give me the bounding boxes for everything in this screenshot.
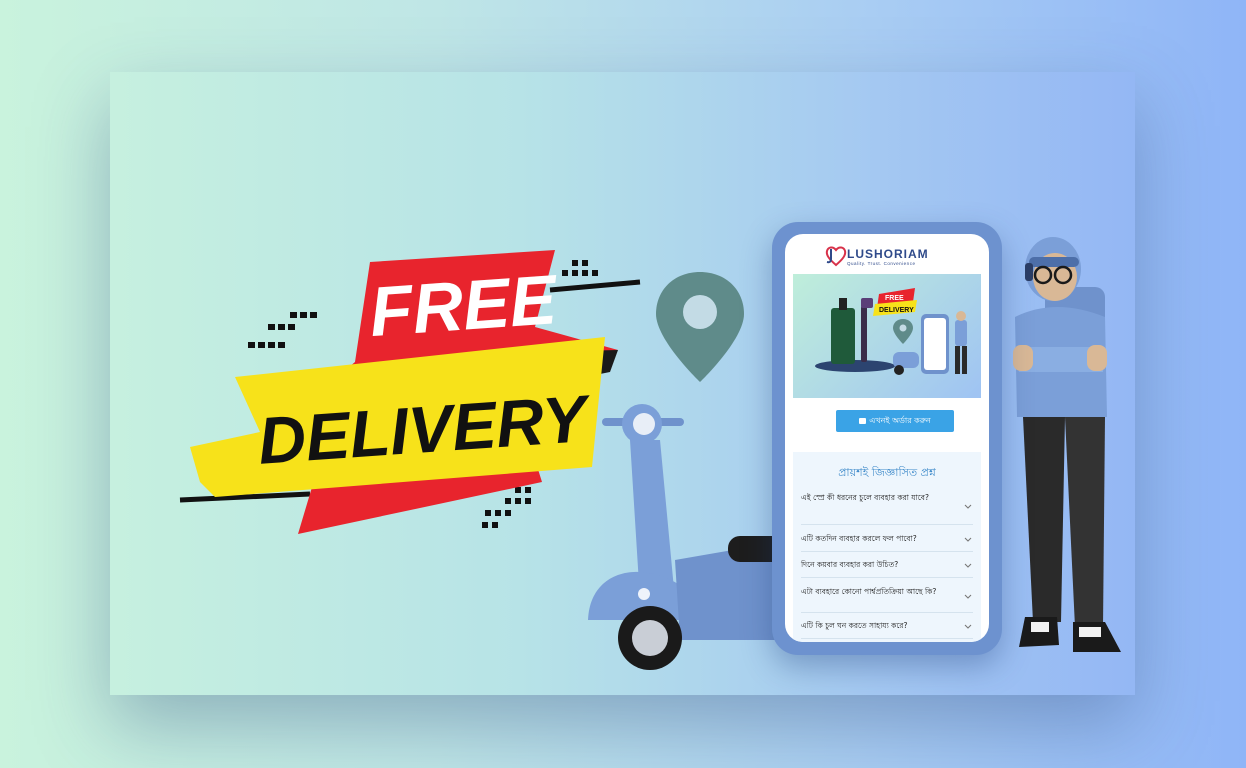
promo-banner: FREE DELIVERY LUSHORIAM Quality. Trust. … — [110, 72, 1135, 695]
decor-line-bottom — [179, 491, 311, 503]
chevron-down-icon — [964, 563, 972, 568]
faq-item[interactable]: এটা ব্যবহারে কোনো পার্শ্বপ্রতিক্রিয়া আছ… — [801, 582, 973, 613]
faq-question: এটা ব্যবহারে কোনো পার্শ্বপ্রতিক্রিয়া আছ… — [801, 587, 937, 596]
decor-dots-right — [562, 260, 598, 276]
delivery-man-illustration — [1013, 237, 1121, 652]
faq-item[interactable]: দিনে কয়বার ব্যবহার করা উচিত? — [801, 555, 973, 578]
hero-delivery-text: DELIVERY — [879, 307, 914, 314]
faq-title: প্রায়শই জিজ্ঞাসিত প্রশ্ন — [838, 466, 936, 479]
faq-section: প্রায়শই জিজ্ঞাসিত প্রশ্ন এই স্প্রে কী ধ… — [793, 452, 981, 642]
brand-tagline: Quality. Trust. Convenience — [847, 261, 916, 266]
brand-logo: LUSHORIAM Quality. Trust. Convenience — [785, 242, 989, 272]
free-text: FREE — [367, 260, 561, 351]
order-now-button[interactable]: এখনই অর্ডার করুন — [836, 410, 954, 432]
faq-question: দিনে কয়বার ব্যবহার করা উচিত? — [801, 560, 899, 569]
faq-question: এটি কি চুল ঘন করতে সাহায্য করে? — [801, 621, 908, 630]
chevron-down-icon — [964, 624, 972, 629]
faq-question: এটি কতদিন ব্যবহার করলে ফল পাবো? — [801, 534, 917, 543]
chevron-down-icon — [964, 594, 972, 599]
heart-logo-icon — [825, 246, 847, 267]
brand-name: LUSHORIAM — [847, 247, 929, 261]
cart-icon — [859, 418, 867, 424]
chevron-down-icon — [964, 537, 972, 542]
faq-item[interactable]: এটি কি চুল ঘন করতে সাহায্য করে? — [801, 616, 973, 639]
phone-mockup: LUSHORIAM Quality. Trust. Convenience FR… — [772, 222, 1002, 655]
hero-illustration: FREE DELIVERY — [815, 288, 967, 375]
decor-line-top — [549, 279, 641, 293]
location-pin-icon — [656, 272, 744, 382]
faq-question: এই স্প্রে কী ধরনের চুলে ব্যবহার করা যাবে… — [801, 493, 929, 502]
phone-screen: LUSHORIAM Quality. Trust. Convenience FR… — [785, 234, 989, 642]
hero-free-text: FREE — [885, 295, 904, 302]
faq-item[interactable]: এটি কতদিন ব্যবহার করলে ফল পাবো? — [801, 529, 973, 552]
faq-item[interactable]: এই স্প্রে কী ধরনের চুলে ব্যবহার করা যাবে… — [801, 492, 973, 525]
order-now-label: এখনই অর্ডার করুন — [869, 415, 931, 425]
decor-dots-left — [248, 312, 317, 348]
product-hero-image: FREE DELIVERY — [793, 274, 981, 398]
chevron-down-icon — [964, 504, 972, 509]
